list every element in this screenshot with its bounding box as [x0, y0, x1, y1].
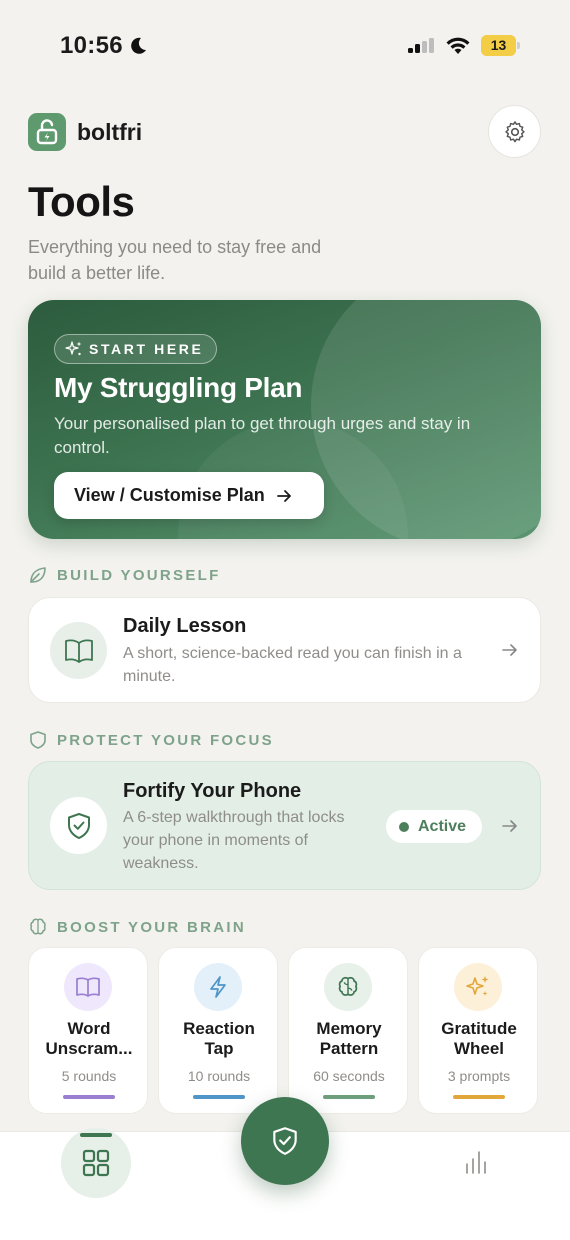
start-here-badge: START HERE — [54, 334, 218, 364]
game-name: Memory Pattern — [316, 1019, 382, 1058]
brand: boltfri — [28, 113, 142, 151]
section-label: PROTECT YOUR FOCUS — [57, 731, 274, 749]
protect-button[interactable] — [241, 1097, 329, 1185]
battery-icon: 13 — [481, 35, 520, 57]
game-card-reaction-tap[interactable]: Reaction Tap 10 rounds — [158, 947, 278, 1114]
shield-check-icon — [273, 1127, 297, 1155]
game-name: Word Unscram... — [45, 1019, 133, 1058]
status-time: 10:56 — [60, 32, 123, 59]
brain-games-row: Word Unscram... 5 rounds Reaction Tap 10… — [28, 947, 542, 1114]
lesson-title: Daily Lesson — [123, 615, 247, 637]
game-card-gratitude-wheel[interactable]: Gratitude Wheel 3 prompts — [418, 947, 538, 1114]
arrow-right-icon — [502, 644, 517, 656]
game-card-word-unscramble[interactable]: Word Unscram... 5 rounds — [28, 947, 148, 1114]
game-accent-bar — [63, 1095, 115, 1099]
game-meta: 3 prompts — [447, 1068, 511, 1084]
hero-description: Your personalised plan to get through ur… — [54, 414, 471, 457]
section-boost-your-brain: BOOST YOUR BRAIN — [28, 917, 246, 937]
game-card-memory-pattern[interactable]: Memory Pattern 60 seconds — [288, 947, 408, 1114]
status-dot — [399, 821, 409, 832]
arrow-right-icon — [502, 820, 517, 832]
open-book-icon — [50, 622, 107, 679]
bar-chart-icon[interactable] — [461, 1147, 491, 1177]
wifi-icon — [446, 37, 470, 54]
hero-title: My Struggling Plan — [54, 372, 303, 403]
brain-icon — [30, 918, 46, 935]
game-accent-bar — [193, 1095, 245, 1099]
view-plan-label: View / Customise Plan — [74, 485, 265, 505]
game-meta: 5 rounds — [61, 1068, 117, 1084]
lock-bolt-icon — [28, 113, 66, 151]
game-accent-bar — [453, 1095, 505, 1099]
view-plan-button[interactable]: View / Customise Plan — [54, 472, 324, 519]
status-badge: Active — [386, 810, 483, 843]
game-name: Gratitude Wheel — [441, 1019, 517, 1058]
brand-name: boltfri — [77, 118, 143, 145]
leaf-icon — [30, 567, 46, 583]
shield-icon — [30, 731, 46, 749]
sparkles-icon — [454, 963, 502, 1011]
brain-icon — [324, 963, 372, 1011]
tab-tools[interactable] — [61, 1128, 131, 1198]
battery-level: 13 — [490, 37, 507, 53]
game-name: Reaction Tap — [183, 1019, 255, 1058]
book-icon — [64, 963, 112, 1011]
shield-check-icon — [50, 797, 107, 854]
fortify-description: A 6-step walkthrough that locks your pho… — [123, 809, 345, 872]
signal-icon — [408, 38, 434, 53]
grid-icon — [82, 1149, 110, 1177]
sparkles-icon — [65, 341, 82, 356]
gear-icon — [504, 120, 525, 142]
status-label: Active — [418, 817, 467, 835]
daily-lesson-card[interactable]: Daily Lesson A short, science-backed rea… — [28, 597, 541, 703]
active-tab-indicator — [80, 1133, 112, 1137]
fortify-phone-card[interactable]: Fortify Your Phone A 6-step walkthrough … — [28, 761, 541, 890]
game-meta: 60 seconds — [313, 1068, 385, 1084]
section-build-yourself: BUILD YOURSELF — [28, 565, 221, 585]
struggling-plan-card[interactable]: START HERE My Struggling Plan Your perso… — [28, 300, 541, 539]
moon-icon — [131, 37, 146, 54]
section-label: BOOST YOUR BRAIN — [57, 918, 247, 936]
section-protect-your-focus: PROTECT YOUR FOCUS — [28, 730, 274, 750]
lesson-description: A short, science-backed read you can fin… — [123, 645, 462, 685]
arrow-right-icon — [276, 489, 291, 502]
status-bar: 10:56 13 — [0, 0, 570, 92]
badge-label: START HERE — [89, 341, 204, 357]
page-subtitle: Everything you need to stay free and bui… — [28, 237, 322, 283]
section-label: BUILD YOURSELF — [57, 566, 221, 584]
fortify-title: Fortify Your Phone — [123, 780, 302, 802]
page-title: Tools — [28, 178, 135, 225]
game-meta: 10 rounds — [187, 1068, 251, 1084]
game-accent-bar — [323, 1095, 375, 1099]
bolt-icon — [194, 963, 242, 1011]
settings-button[interactable] — [488, 105, 541, 158]
